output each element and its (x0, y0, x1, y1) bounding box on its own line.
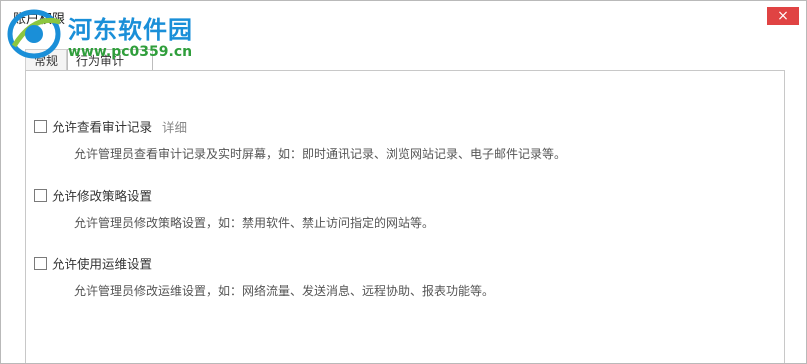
option-ops-settings: 允许使用运维设置 (34, 255, 152, 273)
view-audit-checkbox[interactable] (34, 120, 47, 133)
view-audit-label[interactable]: 允许查看审计记录 (52, 120, 152, 135)
details-link[interactable]: 详细 (162, 120, 187, 135)
option-view-audit: 允许查看审计记录 详细 (34, 118, 187, 136)
watermark-brand: 河东软件园 (68, 15, 193, 44)
view-audit-description: 允许管理员查看审计记录及实时屏幕，如：即时通讯记录、浏览网站记录、电子邮件记录等… (74, 147, 567, 161)
close-button[interactable]: × (767, 7, 799, 25)
modify-policy-label[interactable]: 允许修改策略设置 (52, 189, 152, 204)
close-icon: × (777, 8, 789, 24)
watermark-url: www.pc0359.cn (68, 44, 193, 60)
ops-settings-label[interactable]: 允许使用运维设置 (52, 257, 152, 272)
modify-policy-description: 允许管理员修改策略设置，如：禁用软件、禁止访问指定的网站等。 (74, 216, 435, 230)
logo-icon (7, 9, 61, 59)
ops-settings-checkbox[interactable] (34, 257, 47, 270)
modify-policy-checkbox[interactable] (34, 189, 47, 202)
option-modify-policy: 允许修改策略设置 (34, 187, 152, 205)
ops-settings-description: 允许管理员修改运维设置，如：网络流量、发送消息、远程协助、报表功能等。 (74, 284, 495, 298)
watermark: 河东软件园 www.pc0359.cn (4, 4, 219, 64)
